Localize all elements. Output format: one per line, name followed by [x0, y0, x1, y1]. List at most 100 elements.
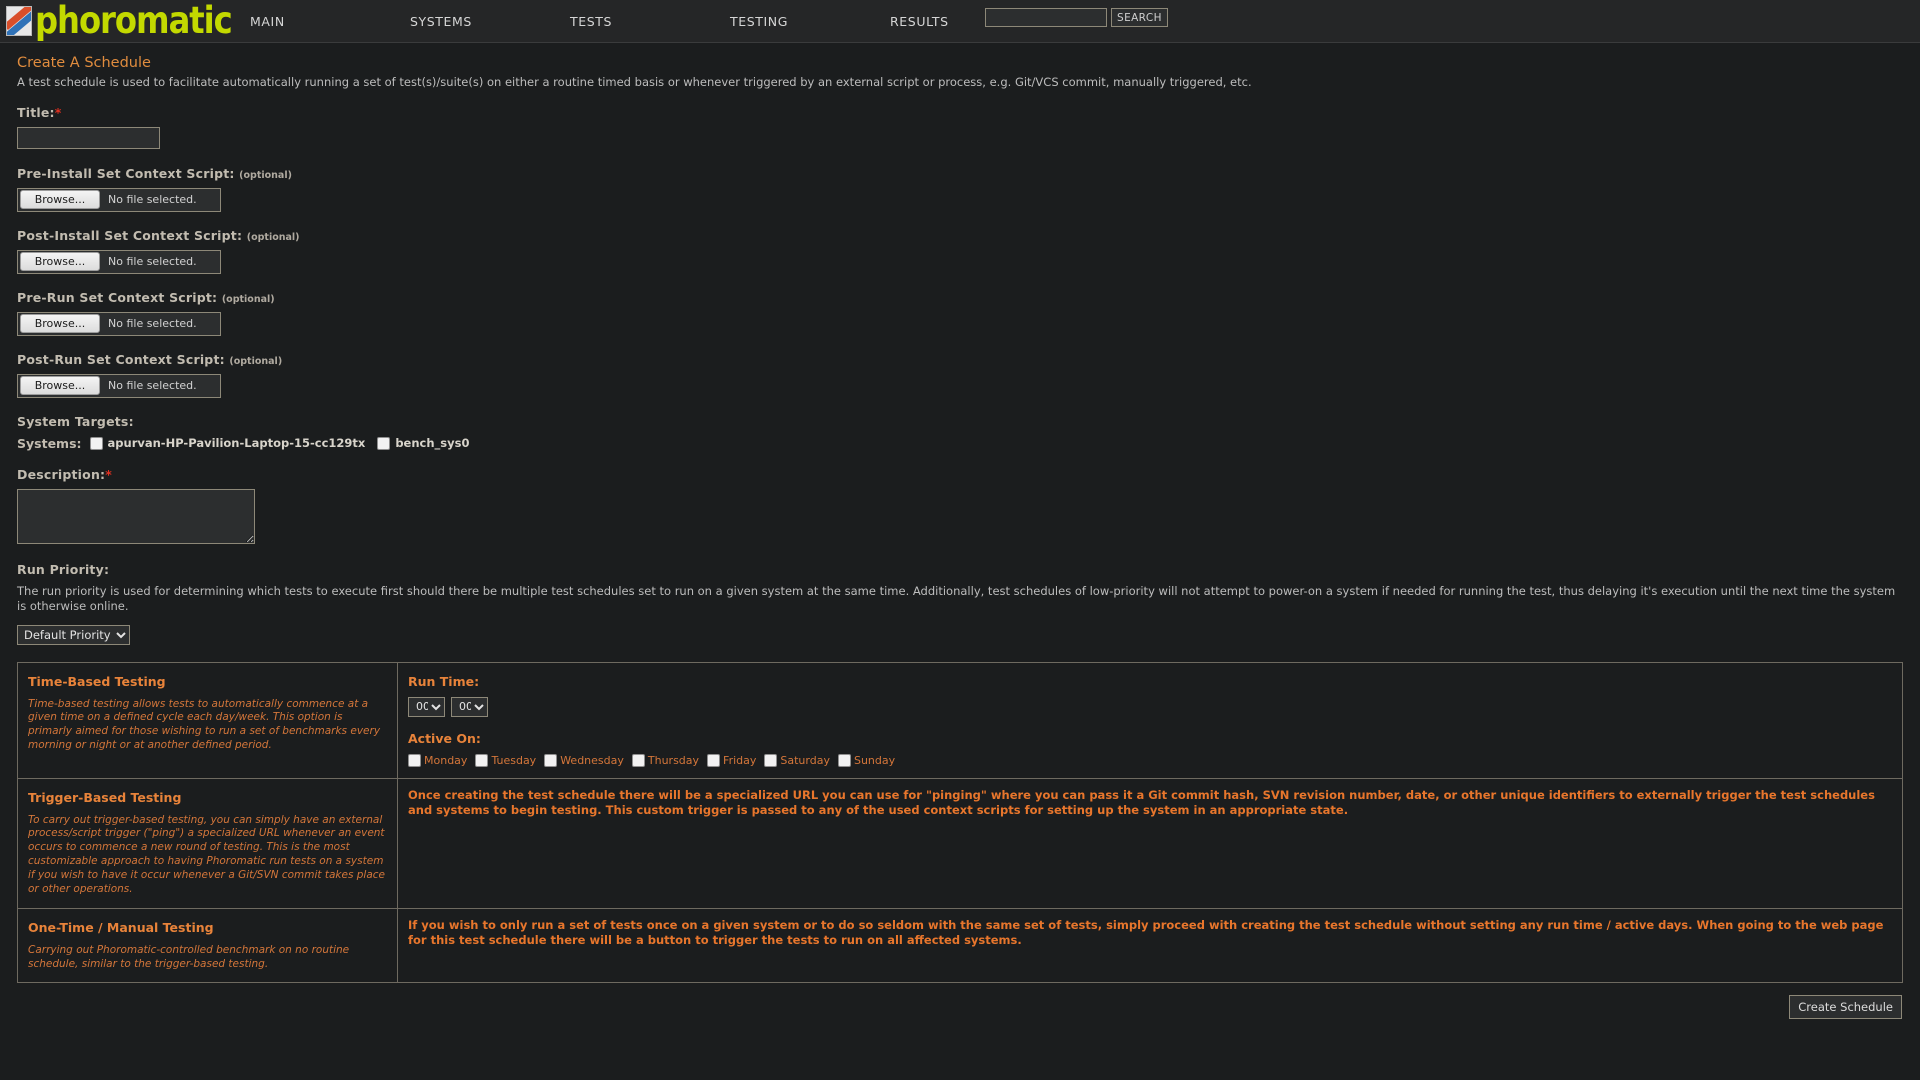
day-label-tuesday: Tuesday: [491, 753, 537, 767]
run-time-hour-select[interactable]: 00: [408, 696, 445, 717]
search-input[interactable]: [985, 8, 1107, 27]
pre-install-script-label-text: Pre-Install Set Context Script:: [17, 165, 235, 181]
day-label-wednesday: Wednesday: [560, 753, 624, 767]
systems-label: Systems:: [17, 435, 82, 451]
search-button[interactable]: SEARCH: [1111, 8, 1168, 27]
phoronix-logo-icon: [6, 6, 32, 36]
trigger-based-notice-cell: Once creating the test schedule there wi…: [397, 777, 1903, 909]
table-row-time-based: Time-Based Testing Time-based testing al…: [17, 661, 1903, 779]
required-marker: *: [54, 104, 62, 120]
optional-tag: (optional): [221, 293, 275, 305]
run-priority-description: The run priority is used for determining…: [17, 583, 1896, 614]
browse-button[interactable]: Browse...: [20, 376, 100, 396]
time-based-description: Time-based testing allows tests to autom…: [28, 697, 381, 752]
day-tuesday[interactable]: Tuesday: [475, 753, 537, 767]
post-run-script-label-text: Post-Run Set Context Script:: [17, 351, 225, 367]
day-saturday[interactable]: Saturday: [764, 753, 830, 767]
time-based-title: Time-Based Testing: [28, 673, 166, 689]
post-install-script-label-text: Post-Install Set Context Script:: [17, 227, 243, 243]
system-targets-label: System Targets:: [17, 413, 134, 429]
brand-wordmark: phoromatic: [35, 0, 233, 43]
title-field-label: Title:*: [17, 105, 1903, 120]
systems-row: Systems: apurvan-HP-Pavilion-Laptop-15-c…: [17, 436, 1903, 451]
time-based-cell: Time-Based Testing Time-based testing al…: [17, 661, 398, 779]
one-time-cell: One-Time / Manual Testing Carrying out P…: [17, 907, 398, 984]
page-intro-text: A test schedule is used to facilitate au…: [17, 75, 1252, 89]
file-status-text: No file selected.: [108, 193, 197, 207]
title-input[interactable]: [17, 126, 160, 149]
post-run-script-label: Post-Run Set Context Script: (optional): [17, 352, 1903, 367]
nav-item-main[interactable]: MAIN: [250, 14, 410, 29]
day-label-monday: Monday: [424, 753, 468, 767]
one-time-description: Carrying out Phoromatic-controlled bench…: [28, 943, 350, 970]
create-schedule-button[interactable]: Create Schedule: [1789, 995, 1902, 1020]
system-checkbox-apurvan[interactable]: [89, 436, 103, 450]
run-priority-label: Run Priority:: [17, 561, 110, 577]
day-checkbox-friday[interactable]: [707, 753, 721, 767]
title-label-text: Title:: [17, 104, 55, 120]
day-checkbox-sunday[interactable]: [837, 753, 851, 767]
page-title: Create A Schedule: [17, 55, 151, 71]
post-install-script-label: Post-Install Set Context Script: (option…: [17, 228, 1903, 243]
browse-button[interactable]: Browse...: [20, 314, 100, 334]
required-marker: *: [105, 466, 112, 482]
run-time-label: Run Time:: [408, 673, 480, 689]
optional-tag: (optional): [229, 355, 283, 367]
browse-button[interactable]: Browse...: [20, 252, 100, 272]
page-content: Create A Schedule A test schedule is use…: [0, 43, 1920, 1020]
pre-run-file-picker[interactable]: Browse... No file selected.: [17, 311, 221, 336]
nav-item-systems[interactable]: SYSTEMS: [410, 14, 570, 29]
brand-logo[interactable]: phoromatic: [0, 0, 250, 43]
form-footer: Create Schedule: [17, 983, 1903, 1020]
day-monday[interactable]: Monday: [408, 753, 468, 767]
file-status-text: No file selected.: [108, 379, 197, 393]
active-days-row: Monday Tuesday Wednesday Thursday Friday…: [408, 753, 1892, 767]
post-install-file-picker[interactable]: Browse... No file selected.: [17, 249, 221, 274]
system-checkbox-bench-sys0[interactable]: [377, 436, 391, 450]
browse-button[interactable]: Browse...: [20, 190, 100, 210]
day-checkbox-monday[interactable]: [408, 753, 421, 767]
run-time-row: 00 00: [408, 696, 1892, 717]
trigger-based-description: To carry out trigger-based testing, you …: [28, 813, 386, 895]
system-name-apurvan: apurvan-HP-Pavilion-Laptop-15-cc129tx: [107, 436, 366, 451]
pre-install-file-picker[interactable]: Browse... No file selected.: [17, 187, 221, 212]
top-navigation-bar: phoromatic MAIN SYSTEMS TESTS TESTING RE…: [0, 0, 1920, 43]
testing-modes-table: Time-Based Testing Time-based testing al…: [17, 661, 1903, 984]
day-checkbox-wednesday[interactable]: [544, 753, 558, 767]
one-time-notice: If you wish to only run a set of tests o…: [408, 917, 1884, 948]
one-time-title: One-Time / Manual Testing: [28, 919, 214, 935]
file-status-text: No file selected.: [108, 317, 197, 331]
one-time-notice-cell: If you wish to only run a set of tests o…: [397, 907, 1903, 984]
trigger-based-title: Trigger-Based Testing: [28, 789, 182, 805]
nav-item-tests[interactable]: TESTS: [570, 14, 730, 29]
file-status-text: No file selected.: [108, 255, 197, 269]
day-wednesday[interactable]: Wednesday: [544, 753, 624, 767]
description-field-label: Description:*: [17, 467, 1903, 482]
day-checkbox-tuesday[interactable]: [475, 753, 489, 767]
day-label-friday: Friday: [723, 753, 757, 767]
run-priority-select[interactable]: Default Priority: [17, 624, 130, 645]
description-label-text: Description:: [17, 466, 106, 482]
day-label-thursday: Thursday: [647, 753, 700, 767]
system-name-bench-sys0: bench_sys0: [395, 436, 470, 451]
description-textarea[interactable]: [17, 488, 255, 544]
day-label-saturday: Saturday: [780, 753, 830, 767]
day-checkbox-saturday[interactable]: [764, 753, 778, 767]
time-based-settings-cell: Run Time: 00 00 Active On: Monday Tuesda…: [397, 661, 1903, 779]
table-row-one-time: One-Time / Manual Testing Carrying out P…: [17, 907, 1903, 984]
trigger-based-notice: Once creating the test schedule there wi…: [408, 787, 1875, 818]
day-sunday[interactable]: Sunday: [837, 753, 895, 767]
optional-tag: (optional): [239, 169, 292, 181]
nav-item-testing[interactable]: TESTING: [730, 14, 890, 29]
run-time-minute-select[interactable]: 00: [451, 696, 488, 717]
day-friday[interactable]: Friday: [707, 753, 757, 767]
day-checkbox-thursday[interactable]: [631, 753, 645, 767]
search-area: SEARCH: [985, 8, 1168, 27]
day-thursday[interactable]: Thursday: [631, 753, 700, 767]
pre-run-script-label-text: Pre-Run Set Context Script:: [17, 289, 218, 305]
main-nav: MAIN SYSTEMS TESTS TESTING RESULTS: [250, 14, 1050, 29]
active-on-label: Active On:: [408, 730, 481, 746]
table-row-trigger-based: Trigger-Based Testing To carry out trigg…: [17, 777, 1903, 909]
optional-tag: (optional): [246, 231, 300, 243]
post-run-file-picker[interactable]: Browse... No file selected.: [17, 373, 221, 398]
